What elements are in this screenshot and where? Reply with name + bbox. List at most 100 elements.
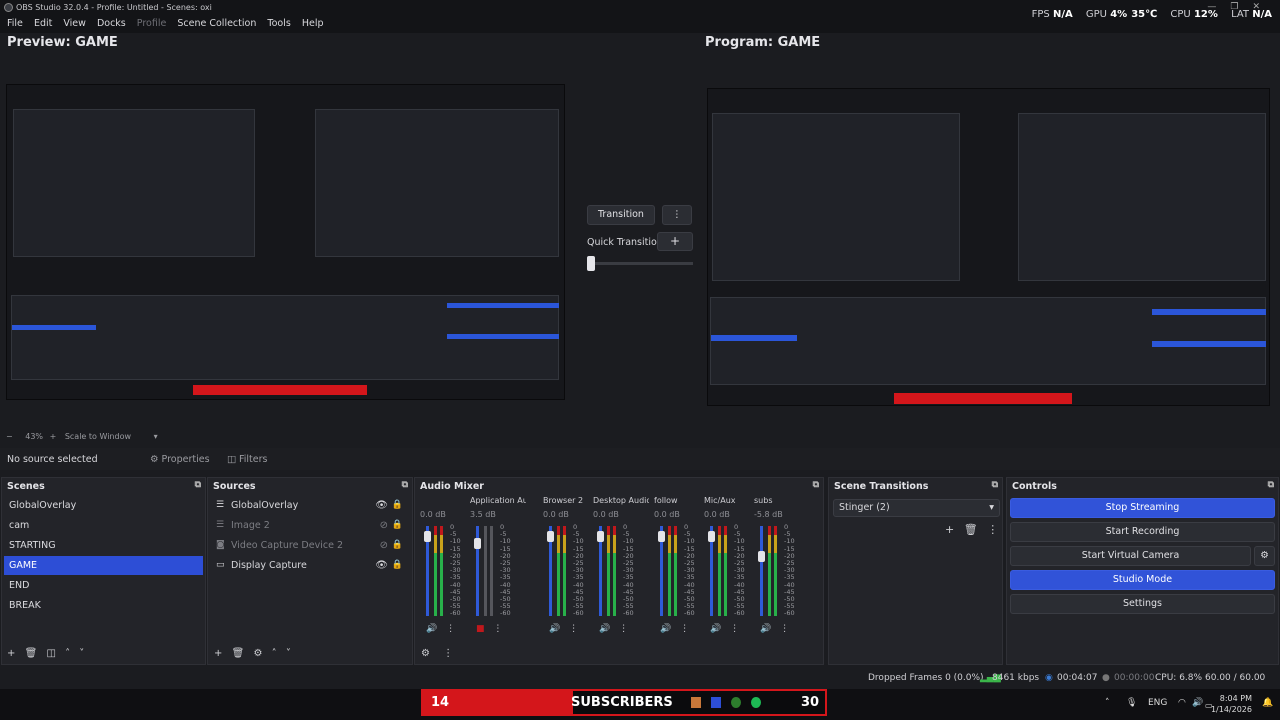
channel-menu-icon[interactable]: ⋮ — [491, 624, 502, 634]
float-icon[interactable]: ⧉ — [992, 480, 998, 490]
language-indicator[interactable]: ENG — [1148, 698, 1167, 708]
speaker-icon[interactable]: 🔊 — [760, 624, 771, 634]
volume-fader[interactable] — [760, 526, 763, 616]
properties-button[interactable]: ⚙ Properties — [150, 454, 210, 465]
cpu-usage: CPU: 6.8% — [1155, 673, 1203, 683]
muted-speaker-icon[interactable]: ■ — [476, 624, 485, 634]
transition-button[interactable]: Transition — [587, 205, 655, 225]
filter-icon[interactable]: ◫ — [46, 648, 55, 659]
scale-mode[interactable]: Scale to Window — [65, 432, 131, 441]
move-up-icon[interactable]: ˄ — [272, 648, 277, 659]
spotify-icon — [751, 697, 761, 708]
t-bar-handle[interactable] — [587, 256, 595, 271]
channel-menu-icon[interactable]: ⋮ — [727, 624, 739, 634]
float-icon[interactable]: ⧉ — [813, 480, 819, 490]
clock-date[interactable]: 1/14/2026 — [1210, 705, 1252, 714]
lock-icon[interactable]: 🔒 — [392, 536, 403, 555]
menu-help[interactable]: Help — [302, 15, 324, 33]
virtual-camera-gear-icon[interactable]: ⚙ — [1254, 546, 1275, 566]
channel-menu-icon[interactable]: ⋮ — [677, 624, 689, 634]
source-item[interactable]: ☰ GlobalOverlay 👁 🔒 — [214, 496, 406, 515]
speaker-icon[interactable]: 🔊 — [549, 624, 560, 634]
scene-item[interactable]: STARTING — [4, 536, 203, 555]
start-virtual-camera-button[interactable]: Start Virtual Camera — [1010, 546, 1251, 566]
lock-icon[interactable]: 🔒 — [392, 556, 403, 575]
lock-icon[interactable]: 🔒 — [392, 496, 403, 515]
trash-icon[interactable]: 🗑 — [25, 648, 38, 659]
fader-handle[interactable] — [708, 531, 715, 543]
scene-item[interactable]: BREAK — [4, 596, 203, 615]
scene-item[interactable]: cam — [4, 516, 203, 535]
transition-menu-icon[interactable]: ⋮ — [662, 205, 692, 225]
mic-icon[interactable]: 🎙 — [1126, 698, 1137, 708]
mixer-menu-icon[interactable]: ⋮ — [443, 648, 453, 659]
zoom-in-icon[interactable]: + — [50, 432, 57, 441]
channel-menu-icon[interactable]: ⋮ — [566, 624, 578, 634]
advanced-audio-icon[interactable]: ⚙ — [421, 648, 430, 659]
lock-icon[interactable]: 🔒 — [392, 516, 403, 535]
move-down-icon[interactable]: ˅ — [286, 648, 291, 659]
clock-time[interactable]: 8:04 PM — [1214, 694, 1252, 703]
level-meter — [674, 526, 677, 616]
channel-menu-icon[interactable]: ⋮ — [616, 624, 628, 634]
move-down-icon[interactable]: ˅ — [79, 648, 84, 659]
add-quick-transition-icon[interactable]: + — [657, 232, 693, 251]
zoom-out-icon[interactable]: − — [6, 432, 13, 441]
channel-menu-icon[interactable]: ⋮ — [777, 624, 789, 634]
add-icon[interactable]: + — [945, 523, 954, 536]
fader-handle[interactable] — [424, 531, 431, 543]
eye-icon[interactable]: 👁 — [375, 556, 388, 575]
preview-canvas[interactable] — [6, 84, 565, 400]
fader-handle[interactable] — [597, 531, 604, 543]
speaker-icon[interactable]: 🔊 — [599, 624, 610, 634]
speaker-icon[interactable]: 🔊 — [710, 624, 721, 634]
fader-handle[interactable] — [474, 537, 481, 549]
fader-handle[interactable] — [658, 531, 665, 543]
chevron-down-icon[interactable]: ▾ — [154, 432, 158, 441]
transition-menu-icon[interactable]: ⋮ — [987, 523, 998, 536]
studio-mode-button[interactable]: Studio Mode — [1010, 570, 1275, 590]
volume-icon[interactable]: 🔊 — [1192, 698, 1203, 708]
menu-docks[interactable]: Docks — [97, 15, 126, 33]
move-up-icon[interactable]: ˄ — [65, 648, 70, 659]
speaker-icon[interactable]: 🔊 — [660, 624, 671, 634]
level-meter — [613, 526, 616, 616]
start-recording-button[interactable]: Start Recording — [1010, 522, 1275, 542]
stop-streaming-button[interactable]: Stop Streaming — [1010, 498, 1275, 518]
menu-edit[interactable]: Edit — [34, 15, 52, 33]
eye-hidden-icon[interactable]: ⊘ — [380, 536, 388, 555]
settings-button[interactable]: Settings — [1010, 594, 1275, 614]
chevron-up-icon[interactable]: ˄ — [1105, 698, 1110, 708]
scene-item-selected[interactable]: GAME — [4, 556, 203, 575]
trash-icon[interactable]: 🗑 — [232, 648, 245, 659]
notification-icon[interactable]: 🔔 — [1262, 698, 1273, 708]
menu-tools[interactable]: Tools — [267, 15, 290, 33]
wifi-icon[interactable]: ◠ — [1178, 698, 1186, 708]
float-icon[interactable]: ⧉ — [1268, 480, 1274, 490]
trash-icon[interactable]: 🗑 — [964, 523, 978, 536]
float-icon[interactable]: ⧉ — [402, 480, 408, 490]
level-meter — [490, 526, 493, 616]
scene-item[interactable]: GlobalOverlay — [4, 496, 203, 515]
menu-view[interactable]: View — [63, 15, 86, 33]
menu-scene-collection[interactable]: Scene Collection — [177, 15, 256, 33]
source-item[interactable]: ☰ Image 2 ⊘ 🔒 — [214, 516, 406, 535]
scene-item[interactable]: END — [4, 576, 203, 595]
filters-button[interactable]: ◫ Filters — [227, 454, 267, 465]
source-item[interactable]: ▭ Display Capture 👁 🔒 — [214, 556, 406, 575]
add-icon[interactable]: + — [214, 648, 222, 659]
speaker-icon[interactable]: 🔊 — [426, 624, 437, 634]
fader-handle[interactable] — [547, 531, 554, 543]
menu-profile[interactable]: Profile — [137, 15, 167, 33]
add-icon[interactable]: + — [7, 648, 15, 659]
fader-handle[interactable] — [758, 551, 765, 562]
channel-menu-icon[interactable]: ⋮ — [443, 624, 455, 634]
source-item[interactable]: ◙ Video Capture Device 2 ⊘ 🔒 — [214, 536, 406, 555]
gear-icon[interactable]: ⚙ — [253, 648, 262, 659]
float-icon[interactable]: ⧉ — [195, 480, 201, 490]
transition-select[interactable]: Stinger (2) ▾ — [833, 499, 1000, 517]
menu-file[interactable]: File — [7, 15, 23, 33]
mixer-channel: Mic/Aux 0.0 dB 0 -5 -10 -15 -20 -25 -30 -35 -40 -45… — [704, 496, 760, 644]
eye-hidden-icon[interactable]: ⊘ — [380, 516, 388, 535]
eye-icon[interactable]: 👁 — [375, 496, 388, 515]
